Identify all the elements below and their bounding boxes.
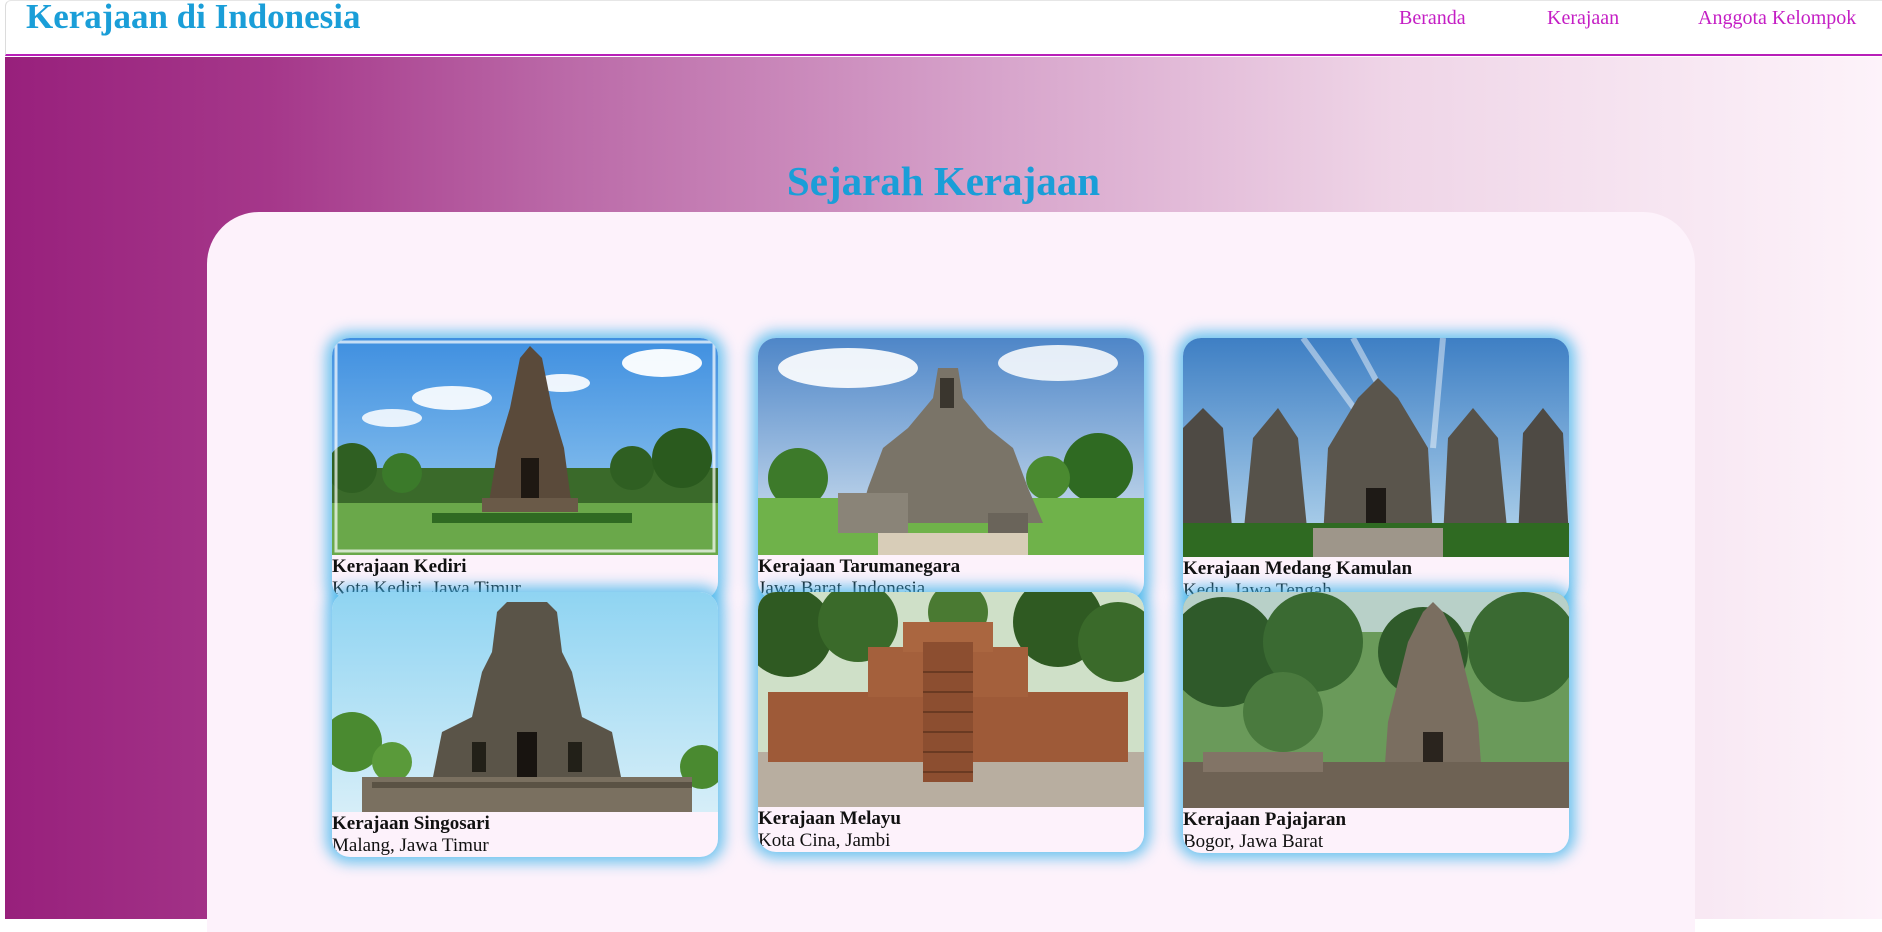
card-title: Kerajaan Pajajaran: [1183, 809, 1347, 830]
singosari-temple-image: [332, 592, 718, 812]
card-location: Bogor, Jawa Barat: [1183, 831, 1324, 852]
card-title: Kerajaan Singosari: [332, 813, 490, 834]
card-title: Kerajaan Tarumanegara: [758, 556, 961, 577]
kingdom-card-singosari[interactable]: Kerajaan Singosari Malang, Jawa Timur: [332, 592, 718, 857]
card-title: Kerajaan Kediri: [332, 556, 467, 577]
melayu-temple-image: [758, 592, 1144, 807]
kingdom-card-medang-kamulan[interactable]: Kerajaan Medang Kamulan Kedu, Jawa Tenga…: [1183, 338, 1569, 602]
pajajaran-temple-image: [1183, 592, 1569, 808]
card-location: Kota Cina, Jambi: [758, 830, 891, 851]
nav-link-beranda[interactable]: Beranda: [1399, 7, 1466, 30]
kingdom-card-melayu[interactable]: Kerajaan Melayu Kota Cina, Jambi: [758, 592, 1144, 852]
card-location: Malang, Jawa Timur: [332, 835, 489, 856]
hero-section: Sejarah Kerajaan Kerajaan Kediri Kota Ke…: [5, 57, 1882, 932]
nav-link-kerajaan[interactable]: Kerajaan: [1547, 7, 1619, 30]
card-title: Kerajaan Melayu: [758, 808, 902, 829]
kingdom-card-tarumanegara[interactable]: Kerajaan Tarumanegara Jawa Barat, Indone…: [758, 338, 1144, 600]
nav-link-anggota-kelompok[interactable]: Anggota Kelompok: [1698, 7, 1856, 30]
site-brand[interactable]: Kerajaan di Indonesia: [26, 0, 361, 37]
kingdom-card-kediri[interactable]: Kerajaan Kediri Kota Kediri, Jawa Timur: [332, 338, 718, 600]
card-title: Kerajaan Medang Kamulan: [1183, 558, 1413, 579]
top-navbar: Kerajaan di Indonesia Beranda Kerajaan A…: [5, 0, 1882, 56]
section-title: Sejarah Kerajaan: [786, 158, 1101, 204]
kingdom-card-pajajaran[interactable]: Kerajaan Pajajaran Bogor, Jawa Barat: [1183, 592, 1569, 853]
kediri-temple-image: [332, 338, 718, 555]
medang-kamulan-temple-image: [1183, 338, 1569, 557]
tarumanegara-temple-image: [758, 338, 1144, 555]
